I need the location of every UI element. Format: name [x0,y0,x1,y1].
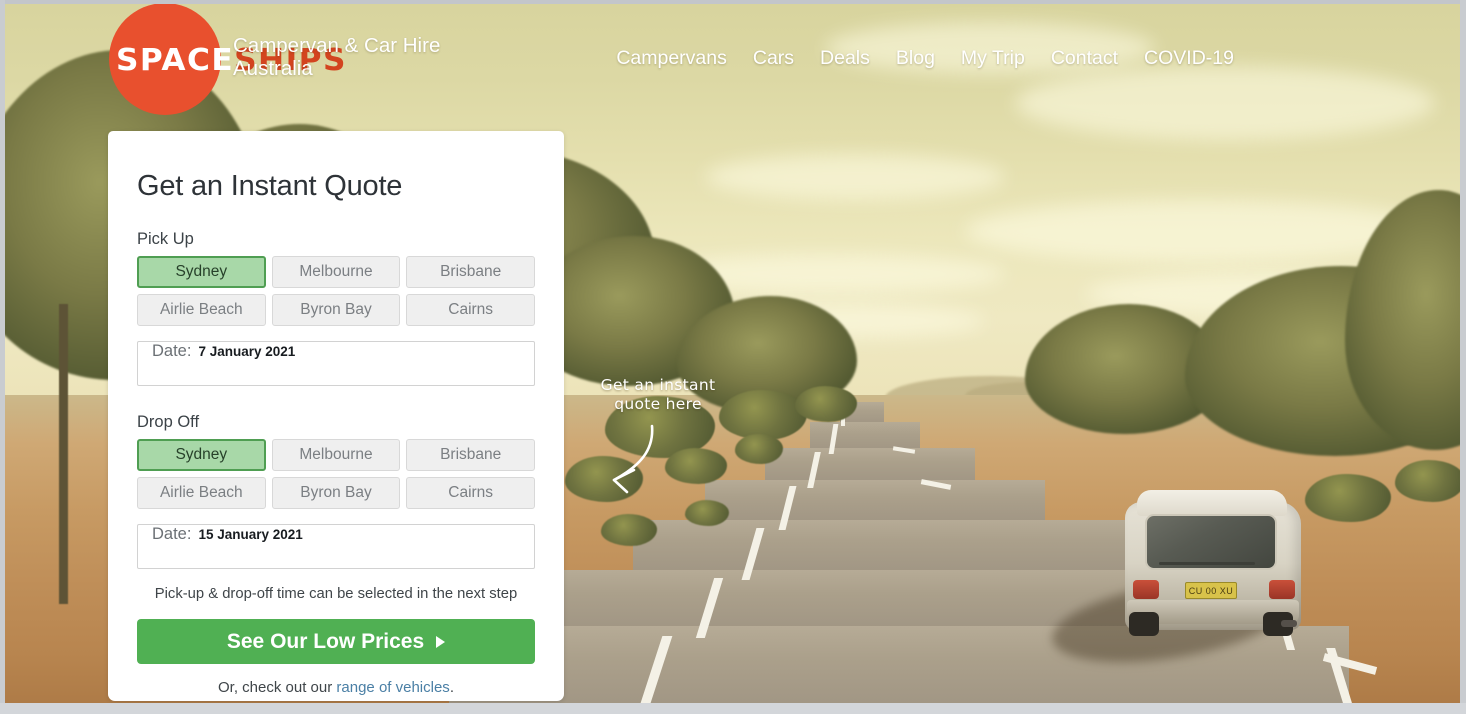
dropoff-option-sydney[interactable]: Sydney [137,439,266,471]
browser-viewport: CU 00 XU SPACESHIPS Campervan & Car Hire… [0,0,1466,714]
roadside-bush [795,386,857,422]
dropoff-location-group: Sydney Melbourne Brisbane Airlie Beach B… [137,439,535,509]
dropoff-date-label: Date: [152,525,192,543]
site-tagline: Campervan & Car Hire Australia [233,34,441,80]
nav-item-contact[interactable]: Contact [1051,47,1118,70]
logo-word-space: SPACE [116,43,235,78]
wheel-left [1129,612,1159,636]
dropoff-option-melbourne[interactable]: Melbourne [271,439,401,471]
main-navigation: Campervans Cars Deals Blog My Trip Conta… [616,47,1234,70]
exhaust-pipe [1281,620,1297,627]
page-title: Get an Instant Quote [137,170,403,202]
roadside-bush [665,448,727,484]
cta-label: See Our Low Prices [226,629,425,653]
dropoff-option-airlie-beach[interactable]: Airlie Beach [137,477,266,509]
pickup-label: Pick Up [137,230,194,248]
roadside-bush [719,390,807,440]
dropoff-option-cairns[interactable]: Cairns [406,477,535,509]
dropoff-label: Drop Off [137,413,200,431]
footnote-prefix: Or, check out our [218,679,337,696]
dropoff-option-byron-bay[interactable]: Byron Bay [271,477,401,509]
see-low-prices-button[interactable]: See Our Low Prices [137,619,535,664]
campervan-vehicle: CU 00 XU [1046,488,1315,677]
pickup-option-melbourne[interactable]: Melbourne [271,256,401,288]
roadside-bush [1395,460,1460,502]
dropoff-option-brisbane[interactable]: Brisbane [406,439,535,471]
roadside-bush [601,514,657,546]
window-frame-right [1460,0,1466,714]
road-segment [810,422,920,450]
road-segment [765,448,975,482]
pickup-date-label: Date: [152,342,192,360]
vehicle-roof [1137,490,1287,516]
pickup-location-group: Sydney Melbourne Brisbane Airlie Beach B… [137,256,535,326]
nav-item-campervans[interactable]: Campervans [616,47,727,70]
pickup-option-byron-bay[interactable]: Byron Bay [271,294,401,326]
nav-item-blog[interactable]: Blog [896,47,935,70]
road-segment [705,480,1045,522]
range-of-vehicles-link[interactable]: range of vehicles [336,679,449,696]
license-plate: CU 00 XU [1185,582,1237,599]
pickup-option-cairns[interactable]: Cairns [406,294,535,326]
site-header: SPACESHIPS Campervan & Car Hire Australi… [5,3,1460,115]
pickup-date-value: 7 January 2021 [198,344,296,359]
rear-wiper [1159,562,1255,565]
pickup-option-airlie-beach[interactable]: Airlie Beach [137,294,266,326]
horizontal-scrollbar[interactable] [0,703,1466,714]
pickup-date-field[interactable]: Date: 7 January 2021 [137,341,535,386]
nav-item-covid-19[interactable]: COVID-19 [1144,47,1234,70]
play-triangle-icon [436,635,446,648]
pickup-option-sydney[interactable]: Sydney [137,256,266,288]
pickup-option-brisbane[interactable]: Brisbane [406,256,535,288]
tail-light-right [1269,580,1295,599]
vehicles-footnote: Or, check out our range of vehicles. [137,679,535,696]
tree-trunk [59,304,68,604]
roadside-bush [1305,474,1391,522]
instant-quote-card: Get an Instant Quote Pick Up Sydney Melb… [108,131,564,701]
nav-item-my-trip[interactable]: My Trip [961,47,1025,70]
dropoff-date-field[interactable]: Date: 15 January 2021 [137,524,535,569]
roadside-bush [735,434,783,464]
nav-item-cars[interactable]: Cars [753,47,794,70]
roadside-bush [685,500,729,526]
time-selection-helper-text: Pick-up & drop-off time can be selected … [154,586,518,602]
tail-light-left [1133,580,1159,599]
nav-item-deals[interactable]: Deals [820,47,870,70]
roadside-bush [565,456,643,502]
road-segment [633,520,1133,572]
footnote-suffix: . [449,679,454,696]
dropoff-date-value: 15 January 2021 [198,527,303,542]
